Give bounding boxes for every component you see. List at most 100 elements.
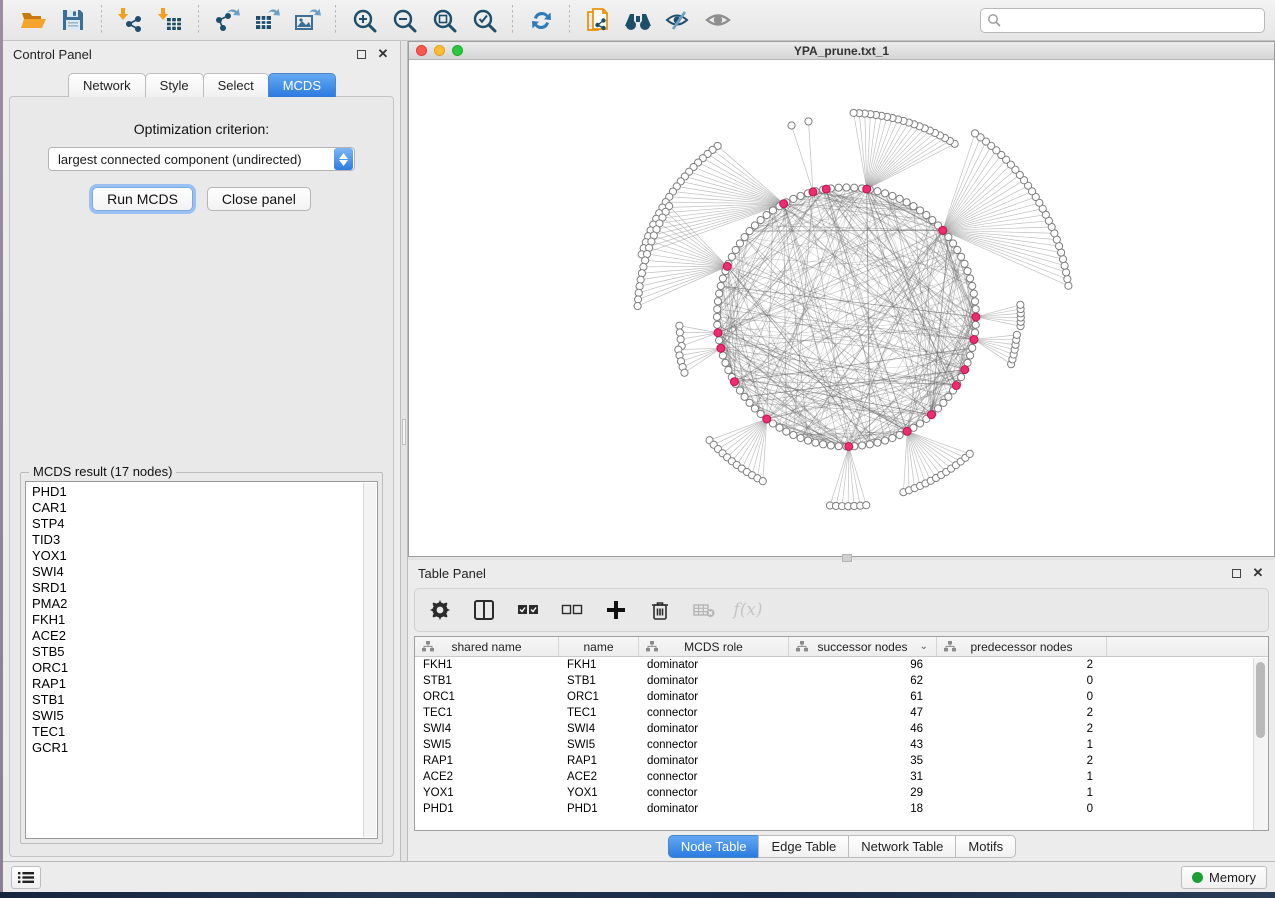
table-cell[interactable]: FKH1	[415, 659, 559, 671]
add-column-button[interactable]	[605, 599, 627, 621]
list-item[interactable]: SWI5	[32, 708, 377, 724]
list-item[interactable]: PMA2	[32, 596, 377, 612]
zoom-selected-button[interactable]	[467, 4, 501, 36]
sort-indicator-icon[interactable]: ⌄	[920, 641, 928, 652]
table-row[interactable]: SWI5SWI5connector431	[415, 737, 1268, 753]
zoom-out-button[interactable]	[387, 4, 421, 36]
table-row[interactable]: SWI4SWI4dominator462	[415, 721, 1268, 737]
table-cell[interactable]: TEC1	[559, 707, 639, 719]
table-cell[interactable]: SWI4	[559, 723, 639, 735]
table-cell[interactable]: 62	[789, 675, 937, 687]
list-item[interactable]: SRD1	[32, 580, 377, 596]
table-cell[interactable]: STB1	[559, 675, 639, 687]
task-history-button[interactable]	[11, 866, 41, 889]
list-item[interactable]: GCR1	[32, 740, 377, 756]
table-cell[interactable]: 61	[789, 691, 937, 703]
table-cell[interactable]: 29	[789, 787, 937, 799]
zoom-fit-button[interactable]	[427, 4, 461, 36]
table-cell[interactable]: 0	[937, 691, 1107, 703]
close-panel-button[interactable]: Close panel	[207, 187, 311, 211]
table-cell[interactable]: PHD1	[415, 803, 559, 815]
table-row[interactable]: RAP1RAP1dominator352	[415, 753, 1268, 769]
splitter-grip[interactable]	[402, 419, 406, 445]
table-cell[interactable]: 1	[937, 787, 1107, 799]
network-graph[interactable]	[409, 60, 1274, 556]
table-cell[interactable]: TEC1	[415, 707, 559, 719]
tab-style[interactable]: Style	[145, 73, 204, 97]
horizontal-splitter[interactable]	[408, 557, 1275, 560]
column-header-shared-name[interactable]: shared name	[415, 637, 559, 656]
network-canvas[interactable]	[409, 60, 1274, 556]
table-cell[interactable]: dominator	[639, 755, 789, 767]
run-mcds-button[interactable]: Run MCDS	[92, 187, 193, 211]
table-cell[interactable]: ACE2	[415, 771, 559, 783]
table-cell[interactable]: 0	[937, 803, 1107, 815]
search-network-button[interactable]	[621, 4, 655, 36]
list-item[interactable]: FKH1	[32, 612, 377, 628]
close-panel-icon[interactable]: ✕	[1251, 566, 1265, 580]
column-header-mcds-role[interactable]: MCDS role	[639, 637, 789, 656]
table-cell[interactable]: connector	[639, 739, 789, 751]
table-cell[interactable]: ACE2	[559, 771, 639, 783]
table-cell[interactable]: 35	[789, 755, 937, 767]
table-cell[interactable]: 18	[789, 803, 937, 815]
export-network-button[interactable]	[210, 4, 244, 36]
tab-edge-table[interactable]: Edge Table	[758, 835, 849, 858]
table-cell[interactable]: 46	[789, 723, 937, 735]
table-row[interactable]: ACE2ACE2connector311	[415, 769, 1268, 785]
table-body[interactable]: FKH1FKH1dominator962STB1STB1dominator620…	[415, 657, 1268, 830]
list-item[interactable]: STP4	[32, 516, 377, 532]
table-row[interactable]: STB1STB1dominator620	[415, 673, 1268, 689]
deselect-all-columns-button[interactable]	[561, 599, 583, 621]
table-cell[interactable]: dominator	[639, 803, 789, 815]
table-cell[interactable]: 1	[937, 739, 1107, 751]
table-cell[interactable]: YOX1	[415, 787, 559, 799]
table-cell[interactable]: SWI4	[415, 723, 559, 735]
vertical-splitter[interactable]	[400, 41, 408, 861]
table-cell[interactable]: connector	[639, 707, 789, 719]
tab-network-table[interactable]: Network Table	[848, 835, 956, 858]
float-panel-icon[interactable]	[354, 47, 368, 61]
close-window-icon[interactable]	[416, 45, 427, 56]
memory-button[interactable]: Memory	[1181, 866, 1267, 889]
table-cell[interactable]: 2	[937, 659, 1107, 671]
tab-select[interactable]: Select	[203, 73, 269, 97]
table-row[interactable]: FKH1FKH1dominator962	[415, 657, 1268, 673]
import-table-button[interactable]	[153, 4, 187, 36]
table-cell[interactable]: STB1	[415, 675, 559, 687]
splitter-grip[interactable]	[842, 554, 852, 562]
table-cell[interactable]: dominator	[639, 659, 789, 671]
table-cell[interactable]: 96	[789, 659, 937, 671]
minimize-window-icon[interactable]	[434, 45, 445, 56]
search-input[interactable]	[1001, 13, 1258, 27]
list-item[interactable]: YOX1	[32, 548, 377, 564]
table-cell[interactable]: 0	[937, 675, 1107, 687]
table-cell[interactable]: FKH1	[559, 659, 639, 671]
list-item[interactable]: PHD1	[32, 484, 377, 500]
table-cell[interactable]: ORC1	[559, 691, 639, 703]
table-cell[interactable]: SWI5	[415, 739, 559, 751]
export-image-button[interactable]	[290, 4, 324, 36]
table-cell[interactable]: PHD1	[559, 803, 639, 815]
scrollbar-thumb[interactable]	[1256, 662, 1265, 738]
function-builder-button[interactable]: f(x)	[737, 599, 759, 621]
list-item[interactable]: STB1	[32, 692, 377, 708]
table-scrollbar[interactable]	[1253, 658, 1268, 830]
show-columns-button[interactable]	[473, 599, 495, 621]
column-header-predecessor-nodes[interactable]: predecessor nodes	[937, 637, 1107, 656]
delete-table-button[interactable]	[693, 599, 715, 621]
column-header-name[interactable]: name	[559, 637, 639, 656]
table-cell[interactable]: ORC1	[415, 691, 559, 703]
show-all-button[interactable]	[701, 4, 735, 36]
delete-column-button[interactable]	[649, 599, 671, 621]
table-row[interactable]: TEC1TEC1connector472	[415, 705, 1268, 721]
tab-motifs[interactable]: Motifs	[955, 835, 1016, 858]
close-panel-icon[interactable]: ✕	[376, 47, 390, 61]
list-item[interactable]: TID3	[32, 532, 377, 548]
column-header-successor-nodes[interactable]: successor nodes ⌄	[789, 637, 937, 656]
table-row[interactable]: PHD1PHD1dominator180	[415, 801, 1268, 817]
table-cell[interactable]: 1	[937, 771, 1107, 783]
table-cell[interactable]: SWI5	[559, 739, 639, 751]
table-row[interactable]: ORC1ORC1dominator610	[415, 689, 1268, 705]
save-session-button[interactable]	[56, 4, 90, 36]
